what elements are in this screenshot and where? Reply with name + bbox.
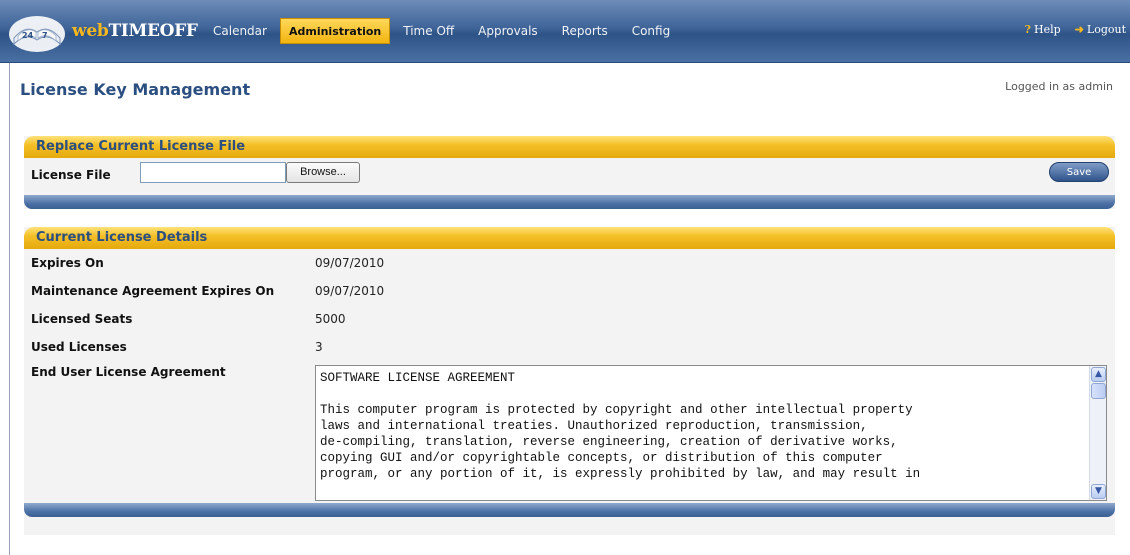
logo-text: webTIMEOFF <box>72 21 198 41</box>
app-logo[interactable]: 24 7 webTIMEOFF <box>8 8 208 56</box>
arrow-right-icon: ➜ <box>1074 23 1084 36</box>
logo-timeoff: TIMEOFF <box>108 21 198 41</box>
license-file-label: License File <box>31 168 111 182</box>
detail-value: 09/07/2010 <box>315 256 385 270</box>
detail-label: Expires On <box>31 256 104 270</box>
scroll-down-icon[interactable]: ▼ <box>1091 484 1106 499</box>
browse-button[interactable]: Browse... <box>286 162 360 183</box>
help-link[interactable]: ? Help <box>1025 23 1061 36</box>
detail-value: 5000 <box>315 312 346 326</box>
help-label: Help <box>1034 23 1061 36</box>
license-details-panel: Current License Details Expires On 09/07… <box>24 227 1115 535</box>
detail-row-licensed-seats: Licensed Seats 5000 <box>24 305 1115 333</box>
detail-value: 09/07/2010 <box>315 284 385 298</box>
eula-text: SOFTWARE LICENSE AGREEMENT This computer… <box>320 371 921 481</box>
nav-reports[interactable]: Reports <box>551 18 619 44</box>
top-navigation-bar: 24 7 webTIMEOFF Calendar Administration … <box>0 0 1130 63</box>
scroll-thumb[interactable] <box>1091 383 1106 399</box>
nav-config[interactable]: Config <box>621 18 682 44</box>
page-title: License Key Management <box>20 80 251 99</box>
logout-link[interactable]: ➜ Logout <box>1075 23 1126 36</box>
detail-label: Licensed Seats <box>31 312 133 326</box>
logout-label: Logout <box>1086 23 1126 36</box>
detail-row-expires-on: Expires On 09/07/2010 <box>24 249 1115 277</box>
save-button[interactable]: Save <box>1049 162 1109 182</box>
license-details-panel-footer <box>24 503 1115 517</box>
logo-web: web <box>72 21 109 41</box>
replace-license-panel-footer <box>24 195 1115 209</box>
detail-row-maintenance-expires: Maintenance Agreement Expires On 09/07/2… <box>24 277 1115 305</box>
license-file-input[interactable] <box>140 162 286 183</box>
detail-label: Used Licenses <box>31 340 127 354</box>
left-border-line <box>9 63 10 555</box>
replace-license-panel: Replace Current License File License Fil… <box>24 136 1115 209</box>
scroll-up-icon[interactable]: ▲ <box>1091 367 1106 382</box>
nav-time-off[interactable]: Time Off <box>392 18 465 44</box>
main-nav: Calendar Administration Time Off Approva… <box>202 17 683 45</box>
book-logo-icon: 24 7 <box>9 16 65 52</box>
nav-right-links: ? Help ➜ Logout <box>1025 23 1130 36</box>
question-mark-icon: ? <box>1024 23 1031 36</box>
nav-administration[interactable]: Administration <box>279 18 391 44</box>
logged-in-status: Logged in as admin <box>1005 80 1113 93</box>
detail-value: 3 <box>315 340 323 354</box>
replace-license-panel-body: License File Browse... Save <box>24 158 1115 195</box>
detail-label: Maintenance Agreement Expires On <box>31 284 275 298</box>
detail-row-eula: End User License Agreement SOFTWARE LICE… <box>24 361 1115 503</box>
eula-textarea[interactable]: SOFTWARE LICENSE AGREEMENT This computer… <box>315 365 1107 501</box>
nav-approvals[interactable]: Approvals <box>467 18 549 44</box>
eula-label: End User License Agreement <box>31 365 226 379</box>
svg-text:24: 24 <box>22 31 34 40</box>
replace-license-panel-title: Replace Current License File <box>24 136 1115 158</box>
svg-text:7: 7 <box>42 31 48 40</box>
eula-scrollbar[interactable]: ▲ ▼ <box>1089 366 1106 500</box>
detail-row-used-licenses: Used Licenses 3 <box>24 333 1115 361</box>
license-details-panel-title: Current License Details <box>24 227 1115 249</box>
nav-calendar[interactable]: Calendar <box>202 18 278 44</box>
